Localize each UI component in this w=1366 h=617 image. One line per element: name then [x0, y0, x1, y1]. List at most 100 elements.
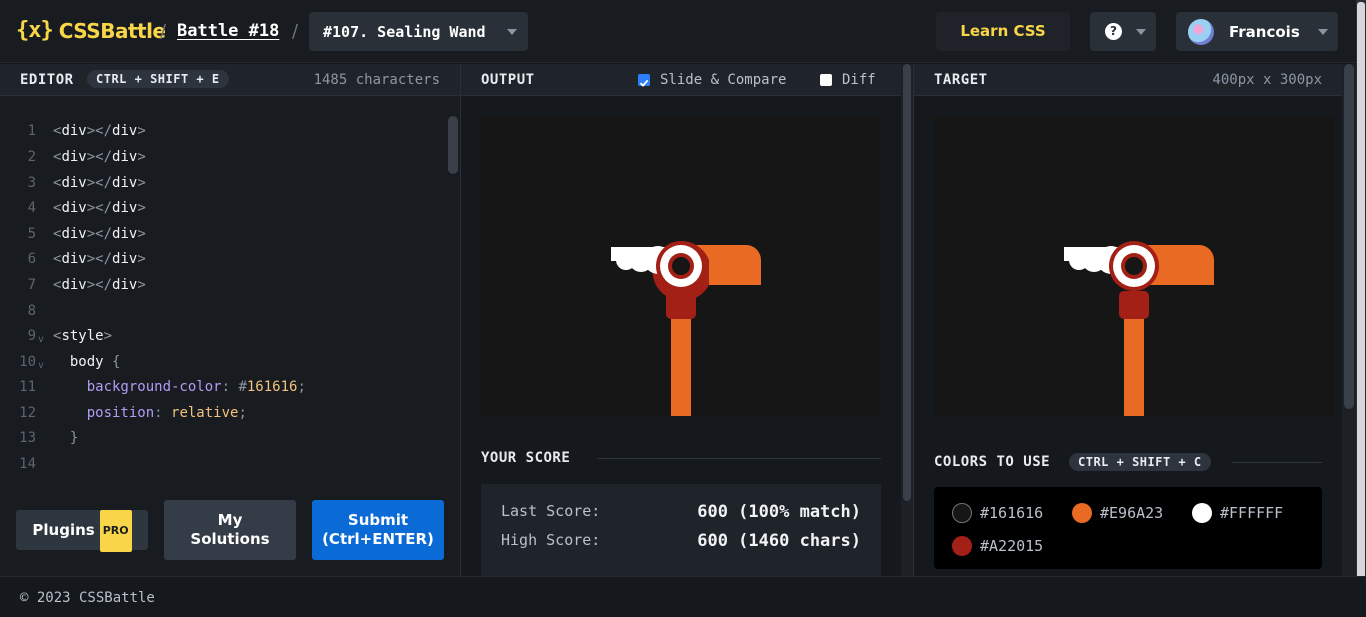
divider	[597, 458, 881, 459]
code-line: 2 <div></div>	[0, 149, 440, 174]
color-swatch[interactable]: #FFFFFF	[1192, 503, 1283, 523]
target-select-label: #107. Sealing Wand	[323, 23, 486, 41]
my-solutions-button[interactable]: My Solutions	[164, 500, 296, 560]
line-number: 3	[27, 175, 36, 191]
diff-label[interactable]: Diff	[842, 72, 876, 88]
fold-chevron-icon[interactable]: v	[38, 334, 44, 345]
code-tag: div	[112, 123, 138, 139]
target-select[interactable]: #107. Sealing Wand	[309, 12, 528, 51]
target-scrollbar[interactable]	[1342, 64, 1356, 576]
code-tag: div	[112, 149, 138, 165]
page-footer: © 2023 CSSBattle	[0, 576, 1366, 617]
code-tag: div	[112, 226, 138, 242]
cssbattle-logo[interactable]: {x} CSSBattle	[16, 18, 166, 43]
score-title: YOUR SCORE	[481, 450, 571, 466]
plugins-button[interactable]: Plugins PRO	[16, 510, 148, 552]
scrollbar-thumb[interactable]	[1357, 2, 1365, 580]
diff-checkbox[interactable]	[820, 74, 832, 86]
line-number: 14	[19, 456, 36, 472]
breadcrumb-separator: /	[160, 21, 167, 42]
submit-label: Submit	[347, 511, 409, 529]
panel-divider[interactable]	[460, 64, 461, 576]
color-hex: #A22015	[980, 537, 1044, 555]
code-line: 11 background-color: #161616;	[0, 379, 440, 404]
code-tag: div	[61, 200, 87, 216]
avatar	[1188, 19, 1214, 45]
logo-text: CSSBattle	[58, 18, 166, 43]
pro-badge: PRO	[99, 510, 132, 552]
target-header: TARGET 400px x 300px	[914, 64, 1342, 96]
line-number: 4	[27, 200, 36, 216]
code-value: 161616	[246, 379, 298, 395]
color-dot	[952, 536, 972, 556]
line-number: 9	[27, 328, 36, 344]
code-line: 4 <div></div>	[0, 200, 440, 225]
code-line: 7 <div></div>	[0, 277, 440, 302]
output-header: OUTPUT Slide & Compare Diff	[461, 64, 901, 96]
code-line: 13 }	[0, 430, 440, 455]
code-tag: div	[112, 251, 138, 267]
chevron-down-icon	[507, 29, 517, 35]
slide-compare-label[interactable]: Slide & Compare	[660, 72, 786, 88]
code-tag: div	[61, 123, 87, 139]
last-score-label: Last Score:	[501, 502, 601, 520]
target-drawing	[1064, 241, 1214, 416]
scrollbar-thumb[interactable]	[903, 64, 911, 501]
my-solutions-label: Solutions	[190, 530, 270, 548]
line-number: 6	[27, 251, 36, 267]
code-tag: div	[61, 277, 87, 293]
color-dot	[952, 503, 972, 523]
check-icon	[639, 79, 649, 87]
output-title: OUTPUT	[481, 72, 535, 88]
code-line: 6 <div></div>	[0, 251, 440, 276]
code-tag: div	[61, 251, 87, 267]
top-header: {x} CSSBattle / Battle #18 / #107. Seali…	[0, 0, 1366, 63]
editor-scrollbar[interactable]	[448, 116, 458, 174]
output-scrollbar[interactable]	[901, 64, 913, 576]
submit-button[interactable]: Submit (Ctrl+ENTER)	[312, 500, 444, 560]
code-selector: body	[69, 354, 104, 370]
learn-css-button[interactable]: Learn CSS	[936, 12, 1070, 51]
page-scrollbar[interactable]	[1356, 0, 1366, 580]
code-value: relative	[171, 405, 239, 421]
color-dot	[1192, 503, 1212, 523]
code-property: position	[86, 405, 155, 421]
color-hex: #FFFFFF	[1220, 504, 1284, 522]
color-swatch[interactable]: #E96A23	[1072, 503, 1163, 523]
battle-link[interactable]: Battle #18	[177, 21, 279, 41]
help-button[interactable]: ?	[1090, 12, 1156, 51]
output-drawing	[611, 240, 761, 416]
line-number: 11	[19, 379, 36, 395]
code-editor[interactable]: 1 <div></div> 2 <div></div> 3 <div></div…	[0, 96, 460, 481]
code-line: 9 v <style>	[0, 328, 440, 353]
code-line: 3 <div></div>	[0, 175, 440, 200]
output-canvas[interactable]	[481, 116, 881, 416]
high-score-value: 600 (1460 chars)	[697, 531, 861, 551]
my-solutions-label: My	[217, 511, 243, 529]
code-tag: style	[61, 328, 104, 344]
color-swatch[interactable]: #161616	[952, 503, 1043, 523]
line-number: 10	[19, 354, 36, 370]
line-number: 13	[19, 430, 36, 446]
color-swatch[interactable]: #A22015	[952, 536, 1043, 556]
editor-title: EDITOR	[20, 72, 74, 88]
fold-chevron-icon[interactable]: v	[38, 360, 44, 371]
help-icon: ?	[1105, 23, 1122, 40]
line-number: 1	[27, 123, 36, 139]
code-property: background-color	[86, 379, 222, 395]
code-line: 1 <div></div>	[0, 123, 440, 148]
line-number: 5	[27, 226, 36, 242]
colors-panel: #161616 #E96A23 #FFFFFF #A22015	[934, 487, 1322, 569]
target-canvas	[934, 116, 1334, 416]
user-menu-button[interactable]: Francois	[1176, 12, 1338, 51]
code-tag: div	[61, 226, 87, 242]
user-name: Francois	[1229, 23, 1300, 41]
chevron-down-icon	[1136, 29, 1146, 35]
last-score-value: 600 (100% match)	[697, 502, 861, 522]
line-number: 7	[27, 277, 36, 293]
slide-compare-checkbox[interactable]	[638, 74, 650, 87]
line-number: 12	[19, 405, 36, 421]
panel-divider[interactable]	[913, 64, 914, 576]
divider	[1232, 462, 1322, 463]
scrollbar-thumb[interactable]	[1344, 64, 1354, 409]
